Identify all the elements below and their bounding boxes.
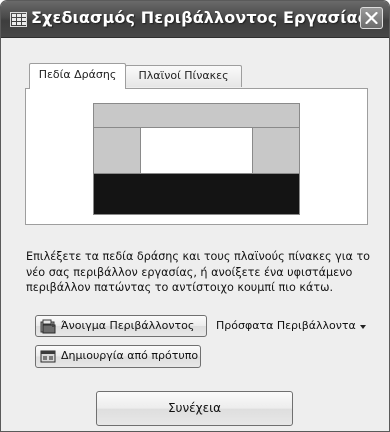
grid-icon: [10, 12, 27, 27]
layout-preview: [93, 103, 300, 215]
recent-environments-dropdown[interactable]: Πρόσφατα Περιβάλλοντα: [216, 319, 356, 332]
create-from-template-label: Δημιουργία από πρότυπο: [61, 349, 199, 362]
workspace-design-dialog: Σχεδιασμός Περιβάλλοντος Εργασίας Πεδία …: [0, 0, 390, 432]
window-title: Σχεδιασμός Περιβάλλοντος Εργασίας: [31, 8, 368, 27]
preview-center-region: [141, 128, 253, 174]
close-button[interactable]: [360, 7, 383, 29]
chevron-down-icon[interactable]: [360, 325, 366, 329]
instructions-text: Επιλέξετε τα πεδία δράσης και τους πλαϊν…: [26, 250, 371, 294]
open-environment-button[interactable]: Άνοιγμα Περιβάλλοντος: [35, 315, 207, 337]
tab-action-fields[interactable]: Πεδία Δράσης: [29, 63, 126, 89]
preview-bottom-region: [94, 173, 299, 214]
open-environment-label: Άνοιγμα Περιβάλλοντος: [61, 319, 195, 332]
tab-side-panels[interactable]: Πλαϊνοί Πίνακες: [125, 65, 242, 87]
preview-left-region: [94, 128, 141, 174]
open-folder-icon: [40, 319, 56, 334]
create-from-template-button[interactable]: Δημιουργία από πρότυπο: [35, 345, 201, 368]
template-icon: [40, 350, 56, 363]
close-icon: [365, 12, 378, 24]
tab-panel: [25, 88, 368, 225]
preview-top-region: [94, 104, 299, 128]
continue-button[interactable]: Συνέχεια: [96, 391, 293, 426]
title-bar[interactable]: Σχεδιασμός Περιβάλλοντος Εργασίας: [1, 1, 389, 38]
preview-right-region: [252, 128, 299, 174]
